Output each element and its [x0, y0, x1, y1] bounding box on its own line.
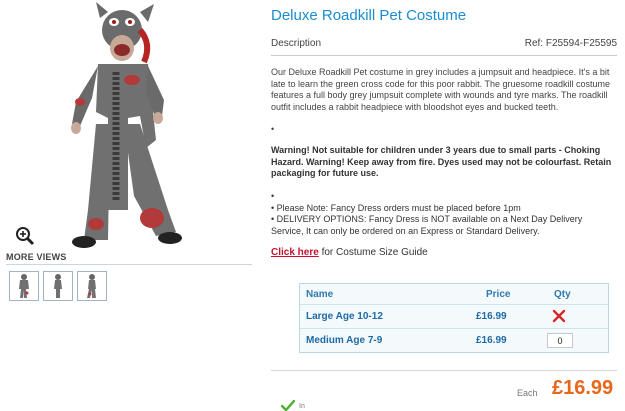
column-header-price: Price	[486, 289, 511, 300]
note-item: •	[271, 191, 275, 201]
safety-warning: Warning! Not suitable for children under…	[271, 145, 612, 178]
product-description: Our Deluxe Roadkill Pet costume in grey …	[271, 67, 611, 112]
magnifier-plus-icon[interactable]	[14, 225, 36, 247]
column-header-qty: Qty	[554, 289, 571, 300]
stock-status: In	[299, 403, 305, 410]
size-name: Large Age 10-12	[306, 311, 383, 322]
green-check-icon	[281, 400, 295, 411]
size-name: Medium Age 7-9	[306, 335, 383, 346]
each-label: Each	[517, 388, 538, 398]
product-price: £16.99	[552, 377, 614, 399]
thumbnail-strip	[9, 271, 107, 301]
thumbnail-back[interactable]	[77, 271, 107, 301]
size-table: Name Price Qty Large Age 10-12 £16.99 Me…	[299, 283, 609, 353]
divider	[271, 370, 617, 371]
red-x-icon	[552, 309, 566, 323]
product-details: Deluxe Roadkill Pet Costume Description …	[271, 0, 617, 411]
divider	[271, 55, 617, 56]
product-gallery: MORE VIEWS	[0, 0, 258, 411]
size-price: £16.99	[476, 335, 507, 346]
size-guide-link[interactable]: Click here	[271, 247, 319, 258]
description-tab[interactable]: Description	[271, 38, 321, 49]
note-item: • Please Note: Fancy Dress orders must b…	[271, 202, 521, 213]
thumbnail-front[interactable]	[9, 271, 39, 301]
size-price: £16.99	[476, 311, 507, 322]
thumbnail-side[interactable]	[43, 271, 73, 301]
table-header: Name Price Qty	[300, 284, 608, 304]
divider	[6, 264, 252, 265]
delivery-notes: • • Please Note: Fancy Dress orders must…	[271, 191, 617, 237]
note-item: • DELIVERY OPTIONS: Fancy Dress is NOT a…	[271, 214, 583, 236]
table-row: Large Age 10-12 £16.99	[300, 304, 608, 328]
description-header: Description Ref: F25594-F25595	[271, 38, 617, 56]
quantity-input[interactable]	[547, 333, 573, 348]
column-header-name: Name	[306, 289, 334, 300]
description-bullet: •	[271, 124, 275, 134]
table-row: Medium Age 7-9 £16.99	[300, 328, 608, 352]
size-guide-text: for Costume Size Guide	[318, 247, 428, 258]
size-guide: Click here for Costume Size Guide	[271, 247, 428, 258]
product-reference: Ref: F25594-F25595	[524, 38, 617, 49]
more-views-heading: MORE VIEWS	[6, 252, 67, 262]
product-title: Deluxe Roadkill Pet Costume	[271, 7, 467, 24]
product-image[interactable]	[0, 0, 258, 248]
